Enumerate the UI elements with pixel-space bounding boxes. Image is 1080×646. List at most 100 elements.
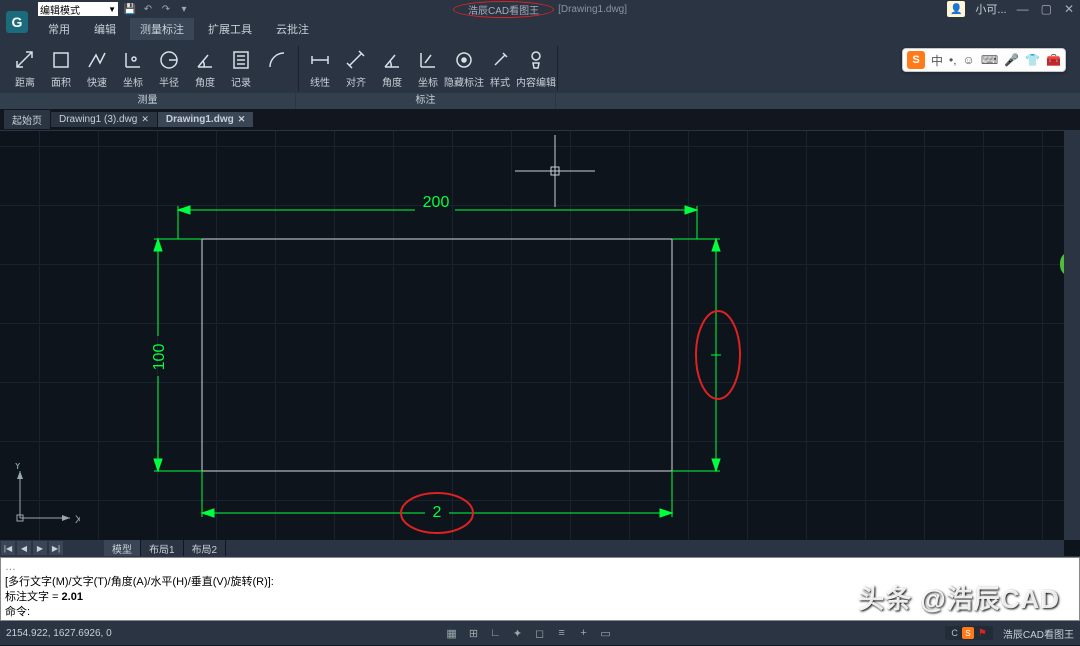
doc-tab-2[interactable]: Drawing1.dwg ✕: [158, 112, 254, 127]
ime-toolbar[interactable]: S 中 •, ☺ ⌨ 🎤 👕 🧰: [902, 48, 1066, 72]
ribbon-label: 隐藏标注: [444, 74, 484, 89]
ime-flag-icon[interactable]: ⚑: [978, 628, 987, 639]
close-tab-icon[interactable]: ✕: [141, 114, 149, 125]
coord-icon: [121, 48, 145, 72]
ribbon-标注-内容编辑[interactable]: 内容编辑: [519, 46, 553, 91]
vertical-scrollbar[interactable]: [1064, 131, 1080, 540]
layout-tab-2[interactable]: 布局2: [184, 540, 227, 557]
ucs-icon: X Y: [10, 463, 80, 536]
status-dyn-icon[interactable]: +: [576, 625, 592, 641]
ribbon-标注-坐标[interactable]: 坐标: [411, 46, 445, 91]
dimension-bottom[interactable]: 2: [202, 471, 672, 521]
ribbon-标注-角度[interactable]: 角度: [375, 46, 409, 91]
dimension-top[interactable]: 200: [178, 194, 697, 239]
dim-top-value: 200: [423, 194, 450, 211]
ribbon-测量-快速[interactable]: 快速: [80, 46, 114, 91]
ribbon-label: 半径: [159, 74, 179, 89]
menu-item-1[interactable]: 编辑: [84, 18, 126, 40]
area-icon: [49, 48, 73, 72]
qat-redo-icon[interactable]: ↷: [160, 3, 172, 15]
nav-next-icon[interactable]: ▶: [33, 541, 47, 555]
ime-logo-icon[interactable]: S: [907, 51, 925, 69]
horizontal-scrollbar-area: |◀ ◀ ▶ ▶| 模型布局1布局2: [0, 540, 1064, 556]
cmd-history-faded: …: [5, 560, 1075, 575]
chevron-down-icon: ▼: [108, 5, 116, 14]
status-polar-icon[interactable]: ✦: [510, 625, 526, 641]
align-icon: [344, 48, 368, 72]
style-icon: [488, 48, 512, 72]
nav-prev-icon[interactable]: ◀: [17, 541, 31, 555]
ribbon-label: 记录: [231, 74, 251, 89]
ribbon-label: 样式: [490, 74, 510, 89]
ime-mini-toolbar: C S ⚑: [945, 626, 992, 640]
layout-tab-0[interactable]: 模型: [104, 540, 141, 557]
dist-icon: [13, 48, 37, 72]
ime-s-badge[interactable]: S: [962, 627, 974, 639]
dimension-left[interactable]: 100: [151, 239, 202, 471]
user-avatar[interactable]: 👤: [947, 1, 965, 17]
ribbon-label: 角度: [382, 74, 402, 89]
close-button[interactable]: ✕: [1064, 2, 1074, 16]
layout-tab-1[interactable]: 布局1: [141, 540, 184, 557]
status-bar: 2154.922, 1627.6926, 0 ▦ ⊞ ∟ ✦ ◻ ≡ + ▭ C…: [0, 621, 1080, 645]
menu-item-2[interactable]: 测量标注: [130, 18, 194, 40]
status-osnap-icon[interactable]: ◻: [532, 625, 548, 641]
ribbon-标注-对齐[interactable]: 对齐: [339, 46, 373, 91]
mode-label: 编辑模式: [40, 2, 80, 17]
qat-save-icon[interactable]: 💾: [124, 3, 136, 15]
ribbon-测量-距离[interactable]: 距离: [8, 46, 42, 91]
doc-tab-label: Drawing1.dwg: [166, 114, 234, 125]
ime-toolbox-icon[interactable]: 🧰: [1046, 53, 1061, 67]
drawing-canvas[interactable]: 200 2 100: [0, 131, 1080, 557]
quick-access-toolbar: 💾 ↶ ↷ ▾: [124, 3, 190, 15]
doc-tab-0[interactable]: 起始页: [4, 110, 51, 129]
maximize-button[interactable]: ▢: [1041, 2, 1052, 16]
ribbon-标注-隐藏标注[interactable]: 隐藏标注: [447, 46, 481, 91]
ime-emoji-icon[interactable]: ☺: [963, 53, 975, 67]
ribbon-label: 内容编辑: [516, 74, 556, 89]
ribbon-label: 线性: [310, 74, 330, 89]
ribbon-测量-arc2[interactable]: [260, 46, 294, 91]
ribbon-group-title-1: 标注: [296, 93, 556, 109]
nav-last-icon[interactable]: ▶|: [49, 541, 63, 555]
status-model-icon[interactable]: ▭: [598, 625, 614, 641]
ang2-icon: [380, 48, 404, 72]
doc-tab-1[interactable]: Drawing1 (3).dwg✕: [51, 112, 158, 127]
rectangle-shape[interactable]: [202, 239, 672, 471]
ribbon-标注-线性[interactable]: 线性: [303, 46, 337, 91]
menu-item-4[interactable]: 云批注: [266, 18, 319, 40]
ime-punct-icon[interactable]: •,: [949, 53, 957, 67]
qat-dropdown-icon[interactable]: ▾: [178, 3, 190, 15]
ribbon-测量-角度[interactable]: 角度: [188, 46, 222, 91]
menu-item-0[interactable]: 常用: [38, 18, 80, 40]
command-line[interactable]: … [多行文字(M)/文字(T)/角度(A)/水平(H)/垂直(V)/旋转(R)…: [0, 557, 1080, 621]
nav-first-icon[interactable]: |◀: [1, 541, 15, 555]
status-grid-icon[interactable]: ▦: [444, 625, 460, 641]
qat-undo-icon[interactable]: ↶: [142, 3, 154, 15]
ribbon-测量-半径[interactable]: 半径: [152, 46, 186, 91]
status-lwt-icon[interactable]: ≡: [554, 625, 570, 641]
coords-readout: 2154.922, 1627.6926, 0: [6, 628, 112, 639]
app-logo[interactable]: G: [0, 0, 34, 44]
ucs-y-label: Y: [14, 463, 22, 472]
ime-c-icon[interactable]: C: [951, 628, 958, 638]
mode-dropdown[interactable]: 编辑模式 ▼: [38, 2, 118, 16]
ribbon-测量-坐标[interactable]: 坐标: [116, 46, 150, 91]
ime-skin-icon[interactable]: 👕: [1025, 53, 1040, 67]
menu-item-3[interactable]: 扩展工具: [198, 18, 262, 40]
close-tab-icon[interactable]: ✕: [238, 114, 246, 125]
ime-keyboard-icon[interactable]: ⌨: [981, 53, 998, 67]
ribbon-测量-记录[interactable]: 记录: [224, 46, 258, 91]
ime-lang-toggle[interactable]: 中: [931, 52, 943, 69]
status-app-name: 浩辰CAD看图王: [1003, 626, 1074, 641]
doc-title: [Drawing1.dwg]: [558, 4, 627, 15]
status-ortho-icon[interactable]: ∟: [488, 625, 504, 641]
radius-icon: [157, 48, 181, 72]
doc-tab-label: 起始页: [12, 112, 42, 127]
ribbon-label: 坐标: [418, 74, 438, 89]
ime-voice-icon[interactable]: 🎤: [1004, 53, 1019, 67]
minimize-button[interactable]: —: [1017, 2, 1029, 16]
ribbon-测量-面积[interactable]: 面积: [44, 46, 78, 91]
status-snap-icon[interactable]: ⊞: [466, 625, 482, 641]
ribbon-标注-样式[interactable]: 样式: [483, 46, 517, 91]
